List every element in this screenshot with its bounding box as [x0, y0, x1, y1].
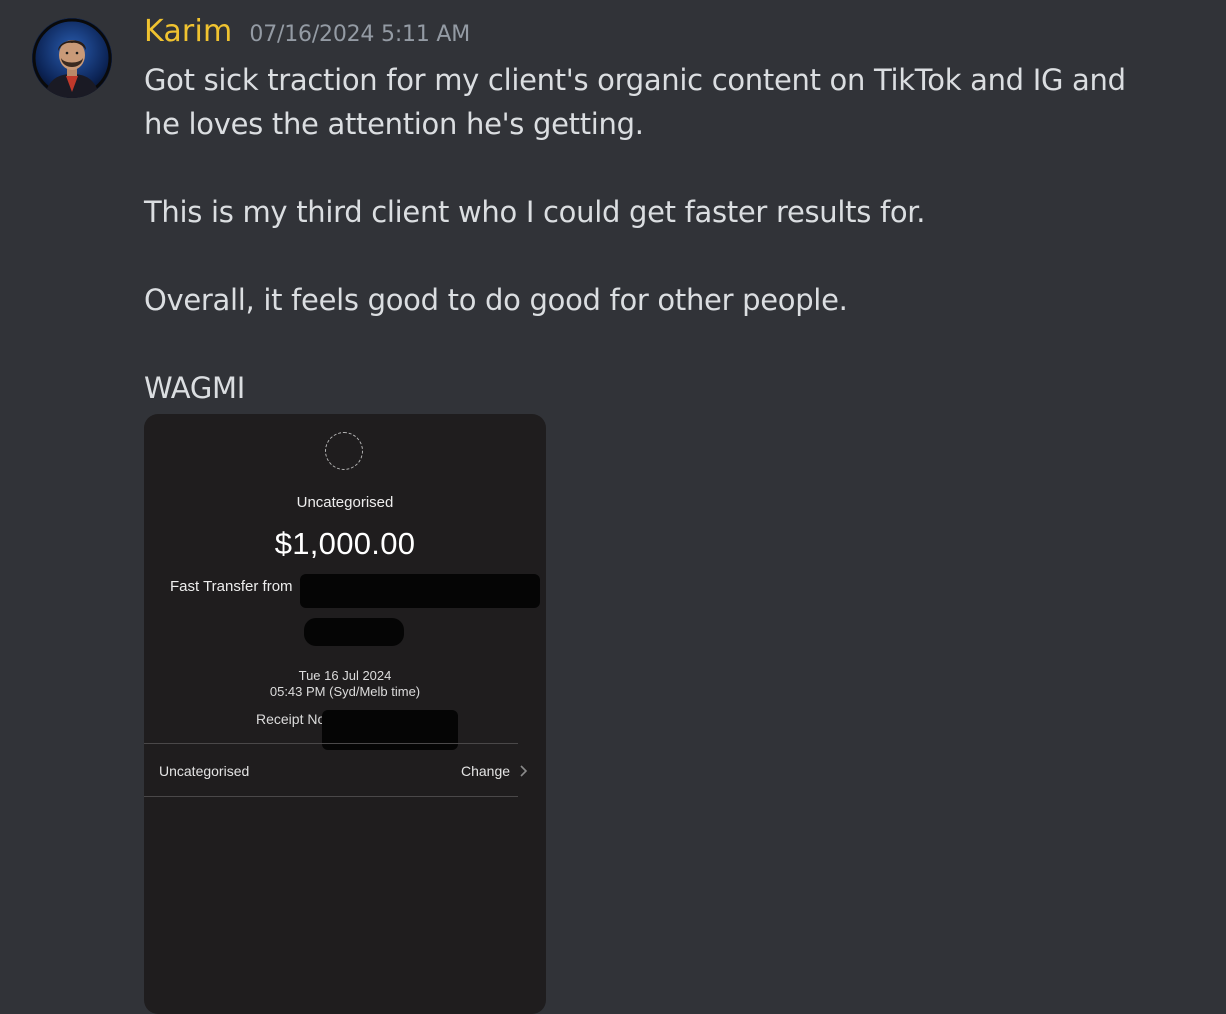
redaction-mark	[300, 574, 540, 608]
message-paragraph: Got sick traction for my client's organi…	[144, 63, 1126, 141]
divider	[144, 796, 518, 797]
transaction-category: Uncategorised	[296, 494, 394, 511]
redaction-mark	[304, 618, 404, 646]
receipt-label: Receipt No	[256, 711, 326, 727]
transaction-date: Tue 16 Jul 2024	[298, 668, 392, 683]
transaction-time: 05:43 PM (Syd/Melb time)	[269, 684, 421, 699]
change-category-button[interactable]: Change	[461, 763, 528, 779]
message-paragraph: This is my third client who I could get …	[144, 195, 926, 229]
message-header: Karim 07/16/2024 5:11 AM	[144, 14, 470, 58]
chat-message: Karim 07/16/2024 5:11 AM Got sick tracti…	[0, 0, 1226, 1014]
chevron-right-icon	[520, 765, 528, 777]
transaction-amount: $1,000.00	[274, 526, 416, 561]
image-attachment[interactable]: Uncategorised $1,000.00 Fast Transfer fr…	[144, 414, 546, 1014]
message-content: Got sick traction for my client's organi…	[144, 58, 1164, 410]
redaction-mark	[322, 710, 458, 750]
divider	[144, 743, 518, 744]
transfer-label: Fast Transfer from	[170, 578, 293, 595]
avatar-image	[32, 18, 112, 98]
category-placeholder-icon	[325, 432, 363, 470]
change-label: Change	[461, 763, 511, 779]
timestamp: 07/16/2024 5:11 AM	[249, 22, 471, 47]
avatar[interactable]	[32, 18, 112, 98]
message-paragraph: Overall, it feels good to do good for ot…	[144, 283, 848, 317]
category-row-label: Uncategorised	[159, 763, 250, 779]
transaction-datetime: Tue 16 Jul 2024 05:43 PM (Syd/Melb time)	[144, 668, 546, 700]
username[interactable]: Karim	[144, 14, 232, 49]
message-paragraph: WAGMI	[144, 371, 245, 405]
